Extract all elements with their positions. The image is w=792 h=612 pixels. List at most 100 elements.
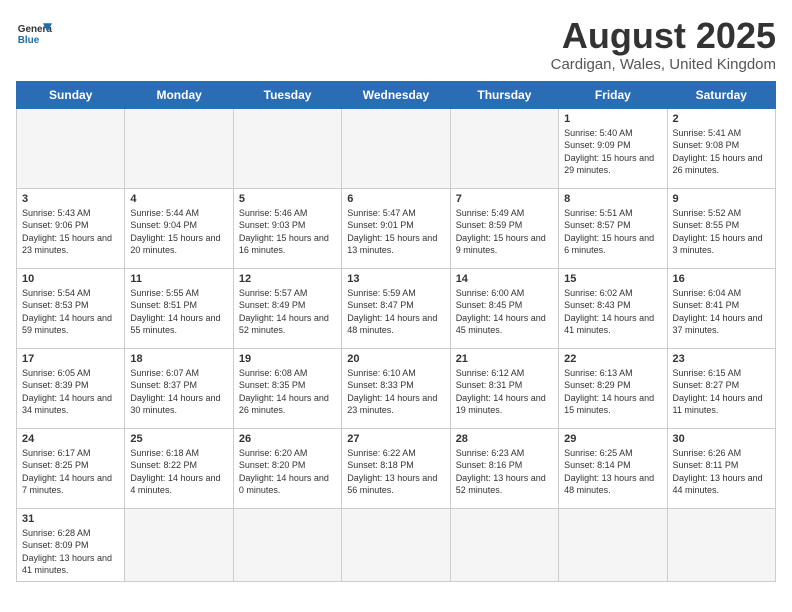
calendar-cell: 8 Sunrise: 5:51 AM Sunset: 8:57 PM Daylig… [559,188,667,268]
day-number: 12 [239,273,336,285]
calendar-cell: 31 Sunrise: 6:28 AM Sunset: 8:09 PM Dayli… [17,508,125,581]
calendar-cell [667,508,775,581]
col-tuesday: Tuesday [233,81,341,108]
col-friday: Friday [559,81,667,108]
calendar-cell: 2Sunrise: 5:41 AM Sunset: 9:08 PM Daylig… [667,108,775,188]
col-thursday: Thursday [450,81,558,108]
day-info: Sunrise: 6:07 AM Sunset: 8:37 PM Dayligh… [130,367,227,417]
day-info: Sunrise: 6:23 AM Sunset: 8:16 PM Dayligh… [456,447,553,497]
day-info: Sunrise: 5:49 AM Sunset: 8:59 PM Dayligh… [456,207,553,257]
day-info: Sunrise: 6:18 AM Sunset: 8:22 PM Dayligh… [130,447,227,497]
calendar-cell: 19Sunrise: 6:08 AM Sunset: 8:35 PM Dayli… [233,348,341,428]
col-sunday: Sunday [17,81,125,108]
calendar-body: 1 Sunrise: 5:40 AM Sunset: 9:09 PM Daylig… [17,108,776,581]
day-number: 9 [673,193,770,205]
day-info: Sunrise: 6:02 AM Sunset: 8:43 PM Dayligh… [564,287,661,337]
day-number: 3 [22,193,119,205]
day-info: Sunrise: 6:04 AM Sunset: 8:41 PM Dayligh… [673,287,770,337]
day-number: 28 [456,433,553,445]
calendar-table: Sunday Monday Tuesday Wednesday Thursday… [16,81,776,582]
day-info: Sunrise: 5:54 AM Sunset: 8:53 PM Dayligh… [22,287,119,337]
day-number: 26 [239,433,336,445]
day-info: Sunrise: 5:59 AM Sunset: 8:47 PM Dayligh… [347,287,444,337]
day-number: 10 [22,273,119,285]
day-number: 19 [239,353,336,365]
col-monday: Monday [125,81,233,108]
calendar-cell: 25 Sunrise: 6:18 AM Sunset: 8:22 PM Dayli… [125,428,233,508]
day-number: 24 [22,433,119,445]
calendar-cell: 18Sunrise: 6:07 AM Sunset: 8:37 PM Dayli… [125,348,233,428]
day-info: Sunrise: 5:46 AM Sunset: 9:03 PM Dayligh… [239,207,336,257]
day-number: 15 [564,273,661,285]
day-number: 27 [347,433,444,445]
day-info: Sunrise: 6:10 AM Sunset: 8:33 PM Dayligh… [347,367,444,417]
calendar-cell [450,508,558,581]
day-number: 25 [130,433,227,445]
calendar-cell [450,108,558,188]
day-info: Sunrise: 6:22 AM Sunset: 8:18 PM Dayligh… [347,447,444,497]
day-number: 22 [564,353,661,365]
calendar-cell: 29 Sunrise: 6:25 AM Sunset: 8:14 PM Dayli… [559,428,667,508]
calendar-cell: 23Sunrise: 6:15 AM Sunset: 8:27 PM Dayli… [667,348,775,428]
header: General Blue August 2025 Cardigan, Wales… [16,16,776,73]
calendar-cell [342,508,450,581]
col-wednesday: Wednesday [342,81,450,108]
calendar-title: August 2025 [551,16,776,56]
calendar-cell: 6 Sunrise: 5:47 AM Sunset: 9:01 PM Daylig… [342,188,450,268]
day-info: Sunrise: 6:25 AM Sunset: 8:14 PM Dayligh… [564,447,661,497]
logo-icon: General Blue [16,16,52,52]
day-info: Sunrise: 5:43 AM Sunset: 9:06 PM Dayligh… [22,207,119,257]
calendar-cell: 20Sunrise: 6:10 AM Sunset: 8:33 PM Dayli… [342,348,450,428]
calendar-cell: 30Sunrise: 6:26 AM Sunset: 8:11 PM Dayli… [667,428,775,508]
day-number: 31 [22,513,119,525]
calendar-cell [233,508,341,581]
day-number: 5 [239,193,336,205]
calendar-cell: 27 Sunrise: 6:22 AM Sunset: 8:18 PM Dayli… [342,428,450,508]
day-info: Sunrise: 5:47 AM Sunset: 9:01 PM Dayligh… [347,207,444,257]
day-info: Sunrise: 5:52 AM Sunset: 8:55 PM Dayligh… [673,207,770,257]
calendar-cell: 17Sunrise: 6:05 AM Sunset: 8:39 PM Dayli… [17,348,125,428]
calendar-cell [559,508,667,581]
calendar-cell: 14Sunrise: 6:00 AM Sunset: 8:45 PM Dayli… [450,268,558,348]
calendar-cell: 5 Sunrise: 5:46 AM Sunset: 9:03 PM Daylig… [233,188,341,268]
svg-text:Blue: Blue [18,35,40,46]
day-number: 8 [564,193,661,205]
calendar-cell: 4Sunrise: 5:44 AM Sunset: 9:04 PM Daylig… [125,188,233,268]
title-area: August 2025 Cardigan, Wales, United King… [551,16,776,73]
day-info: Sunrise: 5:57 AM Sunset: 8:49 PM Dayligh… [239,287,336,337]
calendar-cell: 3 Sunrise: 5:43 AM Sunset: 9:06 PM Daylig… [17,188,125,268]
calendar-cell: 7Sunrise: 5:49 AM Sunset: 8:59 PM Daylig… [450,188,558,268]
calendar-cell: 24Sunrise: 6:17 AM Sunset: 8:25 PM Dayli… [17,428,125,508]
day-number: 1 [564,113,661,125]
day-number: 11 [130,273,227,285]
day-info: Sunrise: 5:41 AM Sunset: 9:08 PM Dayligh… [673,127,770,177]
day-number: 30 [673,433,770,445]
logo: General Blue [16,16,52,52]
day-info: Sunrise: 6:12 AM Sunset: 8:31 PM Dayligh… [456,367,553,417]
calendar-cell: 22Sunrise: 6:13 AM Sunset: 8:29 PM Dayli… [559,348,667,428]
header-row: Sunday Monday Tuesday Wednesday Thursday… [17,81,776,108]
calendar-cell [125,108,233,188]
col-saturday: Saturday [667,81,775,108]
calendar-cell: 11 Sunrise: 5:55 AM Sunset: 8:51 PM Dayli… [125,268,233,348]
day-info: Sunrise: 6:15 AM Sunset: 8:27 PM Dayligh… [673,367,770,417]
calendar-cell: 26 Sunrise: 6:20 AM Sunset: 8:20 PM Dayli… [233,428,341,508]
calendar-cell [125,508,233,581]
day-number: 29 [564,433,661,445]
day-info: Sunrise: 5:55 AM Sunset: 8:51 PM Dayligh… [130,287,227,337]
calendar-subtitle: Cardigan, Wales, United Kingdom [551,56,776,73]
calendar-cell: 10 Sunrise: 5:54 AM Sunset: 8:53 PM Dayli… [17,268,125,348]
day-number: 6 [347,193,444,205]
calendar-cell [233,108,341,188]
day-info: Sunrise: 6:20 AM Sunset: 8:20 PM Dayligh… [239,447,336,497]
calendar-cell: 1 Sunrise: 5:40 AM Sunset: 9:09 PM Daylig… [559,108,667,188]
day-info: Sunrise: 5:40 AM Sunset: 9:09 PM Dayligh… [564,127,661,177]
day-info: Sunrise: 6:28 AM Sunset: 8:09 PM Dayligh… [22,527,119,577]
day-info: Sunrise: 5:51 AM Sunset: 8:57 PM Dayligh… [564,207,661,257]
day-number: 13 [347,273,444,285]
calendar-cell [342,108,450,188]
calendar-header: Sunday Monday Tuesday Wednesday Thursday… [17,81,776,108]
calendar-cell: 12 Sunrise: 5:57 AM Sunset: 8:49 PM Dayli… [233,268,341,348]
calendar-cell: 21Sunrise: 6:12 AM Sunset: 8:31 PM Dayli… [450,348,558,428]
calendar-cell: 13 Sunrise: 5:59 AM Sunset: 8:47 PM Dayli… [342,268,450,348]
